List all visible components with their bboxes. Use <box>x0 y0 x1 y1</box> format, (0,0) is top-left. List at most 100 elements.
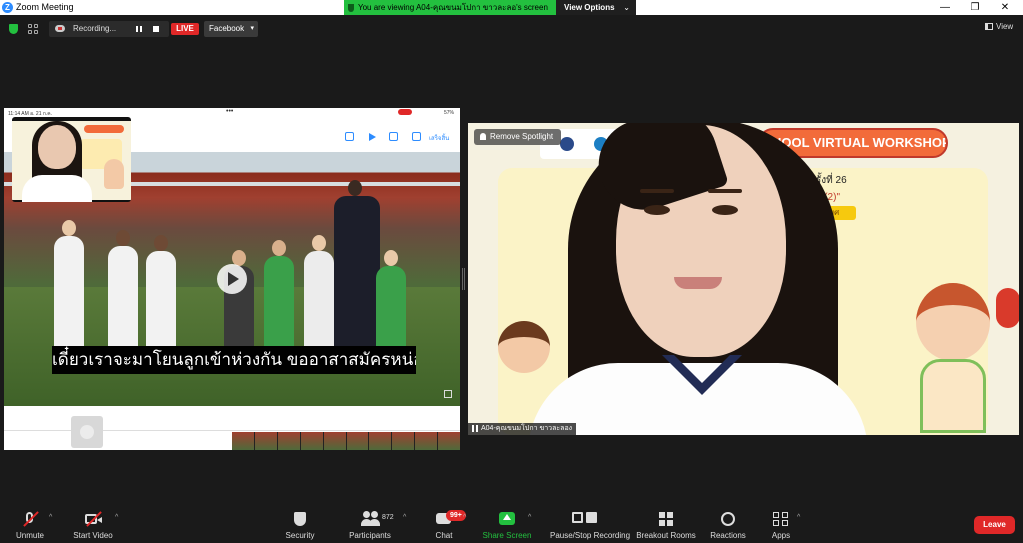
apps-caret[interactable]: ^ <box>797 514 800 521</box>
smiley-icon <box>721 512 735 526</box>
share-caret[interactable]: ^ <box>528 514 531 521</box>
unmute-label: Unmute <box>15 531 44 540</box>
pause-icon <box>572 512 583 523</box>
zoom-logo-icon: Z <box>2 2 13 13</box>
window-title: Zoom Meeting <box>16 2 74 12</box>
shield-icon <box>348 3 354 12</box>
done-button[interactable]: เสร็จสิ้น <box>429 133 449 143</box>
viewing-banner: You are viewing A04-คุณขนมโปกา ขาวละลอ's… <box>344 0 636 15</box>
video-options-caret[interactable]: ^ <box>115 514 118 521</box>
more-dots-icon: ••• <box>226 108 234 115</box>
live-badge[interactable]: LIVE <box>171 23 199 35</box>
security-shield-icon <box>294 512 306 526</box>
pin-icon <box>480 133 486 141</box>
view-layout-icon <box>985 23 993 31</box>
apps-label: Apps <box>771 531 791 540</box>
reactions-button[interactable]: Reactions <box>710 505 746 543</box>
share-icon[interactable] <box>345 132 354 141</box>
recording-indicator: Recording... <box>49 21 169 37</box>
remove-spotlight-label: Remove Spotlight <box>490 132 554 141</box>
speaker-eye <box>644 205 670 215</box>
coach-figure <box>334 180 380 366</box>
recording-text: Recording... <box>73 24 117 33</box>
participants-caret[interactable]: ^ <box>403 514 406 521</box>
breakout-rooms-label: Breakout Rooms <box>636 531 696 540</box>
crop-icon[interactable] <box>412 132 421 141</box>
participant-name-label: A04-คุณขนมโปกา ขาวละลอง <box>468 423 577 435</box>
rotate-icon[interactable] <box>389 132 398 141</box>
pause-recording-icon[interactable] <box>136 26 142 32</box>
audio-bars-icon <box>472 424 478 432</box>
viewing-message: You are viewing A04-คุณขนมโปกา ขาวละลอ's… <box>344 0 556 15</box>
pip-presenter-face <box>38 125 76 169</box>
video-filmstrip[interactable] <box>232 432 460 450</box>
participants-icon <box>361 511 380 527</box>
apps-icon <box>772 511 790 527</box>
recording-dot-icon <box>398 109 412 115</box>
gallery-grid-icon[interactable] <box>28 24 38 34</box>
apps-button[interactable]: Apps <box>766 505 796 543</box>
unmute-button[interactable]: Unmute <box>15 505 45 543</box>
start-video-button[interactable]: Start Video <box>73 505 113 543</box>
red-decoration <box>996 288 1019 328</box>
view-options-label: View Options <box>564 3 615 12</box>
breakout-rooms-button[interactable]: Breakout Rooms <box>636 505 696 543</box>
remove-spotlight-button[interactable]: Remove Spotlight <box>474 129 562 145</box>
stop-icon <box>586 512 597 523</box>
chevron-down-icon: ⌄ <box>623 3 630 12</box>
view-button[interactable]: View <box>985 22 1013 31</box>
title-bar: Z Zoom Meeting You are viewing A04-คุณขน… <box>0 0 1023 15</box>
spotlight-video[interactable]: HOOL VIRTUAL WORKSHOP อมัย ครั้งที่ 26 ท… <box>468 123 1019 435</box>
video-thumbnail[interactable] <box>71 416 103 448</box>
maximize-button[interactable]: ❐ <box>960 0 990 15</box>
start-video-label: Start Video <box>73 531 113 540</box>
participants-button[interactable]: Participants <box>349 505 391 543</box>
stop-recording-icon[interactable] <box>153 26 159 32</box>
view-options-button[interactable]: View Options ⌄ <box>556 0 636 15</box>
speaker-eye <box>712 205 738 215</box>
speaker-lips <box>674 277 722 289</box>
security-button[interactable]: Security <box>285 505 315 543</box>
pip-cartoon-girl <box>104 159 124 189</box>
split-view-handle[interactable] <box>462 268 465 290</box>
org-logo-icon <box>560 137 574 151</box>
share-screen-button[interactable]: Share Screen <box>483 505 531 543</box>
participants-label: Participants <box>349 531 391 540</box>
meeting-toolbar: Unmute ^ Start Video ^ Security Particip… <box>0 505 1023 543</box>
play-icon[interactable] <box>369 133 376 141</box>
pause-stop-label: Pause/Stop Recording <box>550 531 631 540</box>
play-button[interactable] <box>217 264 247 294</box>
cartoon-boy <box>494 321 554 401</box>
battery-level: 57% <box>443 110 454 116</box>
speaker-brow <box>708 189 742 193</box>
audio-options-caret[interactable]: ^ <box>49 514 52 521</box>
close-button[interactable]: ✕ <box>990 0 1020 15</box>
speaker-brow <box>640 189 674 193</box>
cartoon-girl <box>908 283 998 433</box>
fullscreen-icon[interactable] <box>444 390 452 398</box>
share-screen-label: Share Screen <box>482 531 532 540</box>
participant-name: A04-คุณขนมโปกา ขาวละลอง <box>481 425 573 432</box>
pip-presenter-shirt <box>22 175 92 202</box>
viewing-text: You are viewing A04-คุณขนมโปกา ขาวละลอ's… <box>358 3 548 12</box>
facebook-stream-button[interactable]: Facebook ▾ <box>204 21 258 37</box>
leave-button[interactable]: Leave <box>974 516 1015 534</box>
breakout-rooms-icon <box>657 511 675 527</box>
facebook-label: Facebook <box>209 24 245 33</box>
presenter-pip-video[interactable] <box>12 117 131 202</box>
chat-caret[interactable]: ^ <box>463 514 466 521</box>
chevron-down-icon: ▾ <box>250 25 254 32</box>
pause-stop-recording-button[interactable]: Pause/Stop Recording <box>550 505 630 543</box>
zoom-meeting-window: Z Zoom Meeting You are viewing A04-คุณขน… <box>0 0 1023 543</box>
pip-slide-banner <box>84 125 124 133</box>
video-subtitle: เดี๋ยวเราจะมาโยนลูกเข้าห่วงกัน ขออาสาสมั… <box>52 346 416 374</box>
view-label: View <box>996 22 1014 31</box>
minimize-button[interactable]: — <box>930 0 960 15</box>
security-label: Security <box>285 531 315 540</box>
share-screen-icon <box>499 512 515 525</box>
participants-count: 872 <box>382 514 394 521</box>
speaker-shirt <box>528 363 868 435</box>
encryption-shield-icon[interactable] <box>9 24 18 34</box>
cloud-recording-icon <box>55 25 65 32</box>
chat-label: Chat <box>435 531 453 540</box>
